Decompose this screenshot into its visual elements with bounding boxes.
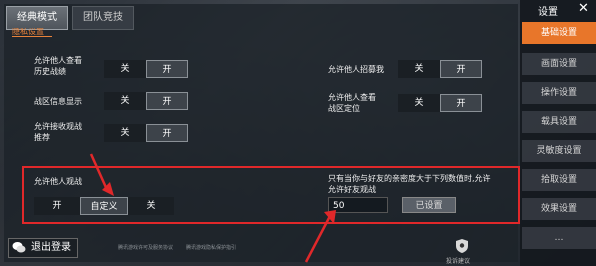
row-label-warzone-location: 允许他人查看 战区定位 xyxy=(328,92,376,114)
hint-line2: 允许好友观战 xyxy=(328,185,376,194)
toggle-on-option[interactable]: 开 xyxy=(146,92,188,110)
shield-icon[interactable] xyxy=(454,238,470,254)
toggle-off-option[interactable]: 关 xyxy=(104,60,146,78)
arrow-annotation-2 xyxy=(304,210,336,263)
toggle-warzone-location[interactable]: 关 开 xyxy=(398,94,482,112)
row-label-line1: 允许接收观战 xyxy=(34,122,82,131)
sidebar-item-controls[interactable]: 操作设置 xyxy=(522,82,596,104)
toggle-off-option[interactable]: 关 xyxy=(104,92,146,110)
section-title: 隐私设置 xyxy=(12,28,52,37)
wechat-icon xyxy=(12,242,26,253)
toggle-history[interactable]: 关 开 xyxy=(104,60,188,78)
spectate-option-off[interactable]: 关 xyxy=(128,197,174,215)
row-label-warzone: 战区信息显示 xyxy=(34,96,82,107)
sidebar-item-sensitivity[interactable]: 灵敏度设置 xyxy=(522,140,596,162)
close-icon[interactable]: ✕ xyxy=(578,1,589,16)
sidebar-item-basic[interactable]: 基础设置 xyxy=(522,22,596,44)
tab-classic[interactable]: 经典模式 xyxy=(6,6,68,30)
sidebar-item-graphics[interactable]: 画面设置 xyxy=(522,53,596,75)
row-label-line2: 推荐 xyxy=(34,133,50,142)
toggle-off-option[interactable]: 关 xyxy=(398,94,440,112)
row-label-line1: 允许他人查看 xyxy=(328,93,376,102)
sidebar-item-pickup[interactable]: 拾取设置 xyxy=(522,169,596,191)
mode-tabs: 经典模式 团队竞技 xyxy=(6,6,134,30)
row-label-line1: 允许他人招募我 xyxy=(328,65,384,74)
terms-link[interactable]: 腾讯游戏许可及服务协议 xyxy=(118,244,173,251)
privacy-link[interactable]: 腾讯游戏隐私保护指引 xyxy=(186,244,236,251)
spectate-hint: 只有当你与好友的亲密度大于下列数值时,允许 允许好友观战 xyxy=(328,173,491,195)
row-label-recruit: 允许他人招募我 xyxy=(328,64,384,75)
row-label-line2: 历史战绩 xyxy=(34,67,66,76)
toggle-warzone[interactable]: 关 开 xyxy=(104,92,188,110)
toggle-spectate-recommend[interactable]: 关 开 xyxy=(104,124,188,142)
sidebar-item-effects[interactable]: 效果设置 xyxy=(522,198,596,220)
toggle-off-option[interactable]: 关 xyxy=(104,124,146,142)
row-label-history: 允许他人查看 历史战绩 xyxy=(34,55,82,77)
settings-title: 设置 xyxy=(538,7,558,18)
toggle-on-option[interactable]: 开 xyxy=(146,124,188,142)
row-label-line2: 战区定位 xyxy=(328,104,360,113)
row-label-line1: 允许他人查看 xyxy=(34,56,82,65)
feedback-label: 投诉建议 xyxy=(446,258,471,265)
row-label-spectate-recommend: 允许接收观战 推荐 xyxy=(34,121,82,143)
toggle-on-option[interactable]: 开 xyxy=(440,60,482,78)
row-label-line1: 战区信息显示 xyxy=(34,97,82,106)
arrow-annotation-1 xyxy=(89,153,114,196)
hint-line1: 只有当你与好友的亲密度大于下列数值时,允许 xyxy=(328,174,491,183)
toggle-off-option[interactable]: 关 xyxy=(398,60,440,78)
toggle-on-option[interactable]: 开 xyxy=(146,60,188,78)
tab-team[interactable]: 团队竞技 xyxy=(72,6,134,30)
set-button[interactable]: 已设置 xyxy=(402,197,456,213)
toggle-on-option[interactable]: 开 xyxy=(440,94,482,112)
spectate-label: 允许他人观战 xyxy=(34,177,82,186)
sidebar-item-more[interactable]: … xyxy=(522,227,596,249)
toggle-recruit[interactable]: 关 开 xyxy=(398,60,482,78)
spectate-option-on[interactable]: 开 xyxy=(34,197,80,215)
sidebar-item-vehicle[interactable]: 载具设置 xyxy=(522,111,596,133)
